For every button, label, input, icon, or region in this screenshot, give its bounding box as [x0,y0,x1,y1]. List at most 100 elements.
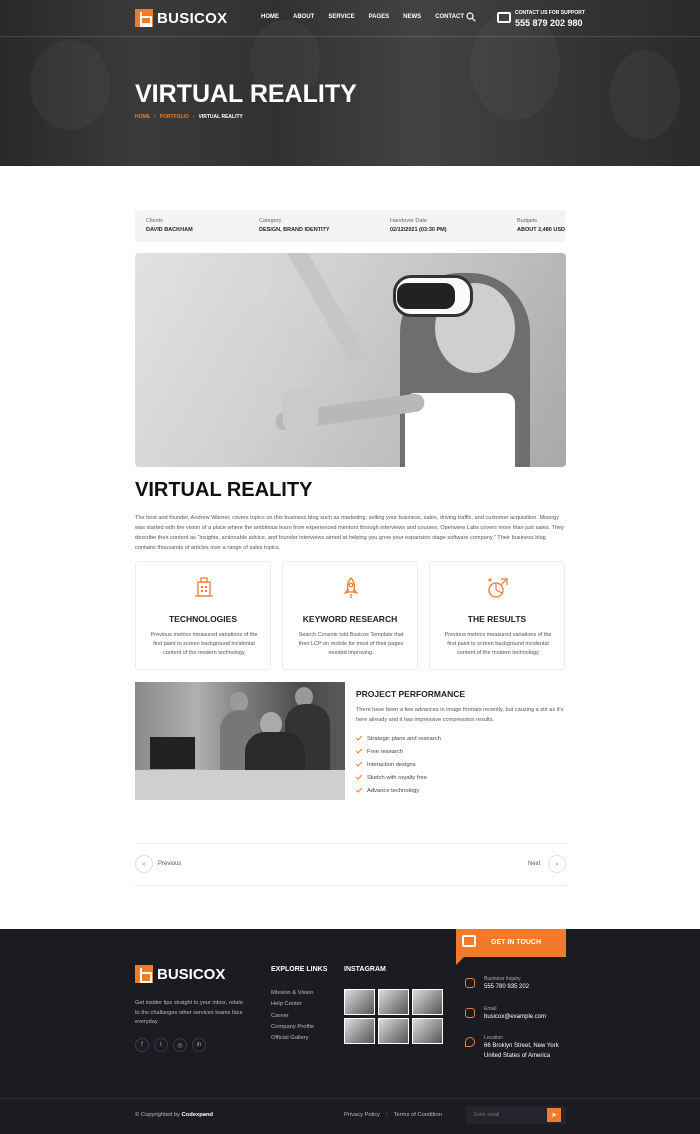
hero-banner: BUSICOX HOME ABOUT SERVICE PAGES NEWS CO… [0,0,700,166]
previous-label[interactable]: Previous [158,861,181,867]
checklist-label: Strategic plans and research [367,735,441,742]
legal-links: Privacy Policy | Terms of Condition [344,1112,442,1118]
info-budgets: Budgets ABOUT 2,480 USD [517,218,565,233]
checklist-item: Sketch with royalty free [355,771,441,784]
next-button[interactable]: › [548,855,566,873]
copyright: © Copyrighted by Codexpand [135,1112,213,1118]
chevron-left-icon: ‹ [142,860,146,868]
instagram-thumb[interactable] [378,989,409,1015]
linkedin-icon[interactable]: in [192,1038,206,1052]
team-working-image [135,682,345,800]
footer-link[interactable]: Official Gallery [271,1035,314,1046]
breadcrumb-home[interactable]: HOME [135,114,150,120]
contact-label: Business Inquiry [484,976,521,982]
footer-divider [0,1098,700,1099]
main-nav: HOME ABOUT SERVICE PAGES NEWS CONTACT [261,14,478,20]
project-info-bar: Clients DAVID BACKHAM Category DESIGN, B… [135,210,566,242]
check-icon [355,773,363,780]
instagram-thumb[interactable] [344,1018,375,1044]
checklist-label: Sketch with royalty free [367,774,427,781]
info-clients: Clients DAVID BACKHAM [146,218,193,233]
nav-service[interactable]: SERVICE [328,14,354,20]
performance-checklist: Strategic plans and research Free resear… [355,732,441,797]
instagram-thumb[interactable] [378,1018,409,1044]
feature-card-results: THE RESULTS Previous metrics measured va… [429,561,565,670]
checklist-item: Strategic plans and research [355,732,441,745]
breadcrumb-portfolio[interactable]: PORTFOLIO [160,114,189,120]
contact-value: 66 Broklyn Street, New York United State… [484,1043,559,1059]
footer-description: Get insider tips straight to your inbox,… [135,1000,243,1025]
footer-link[interactable]: Help Center [271,1001,314,1012]
contact-value[interactable]: busicox@example.com [484,1013,546,1023]
search-icon[interactable] [466,12,476,22]
facebook-icon[interactable]: f [135,1038,149,1052]
info-label: Budgets [517,218,538,224]
next-label[interactable]: Next [528,861,540,867]
feature-title: THE RESULTS [467,614,527,624]
instagram-thumb[interactable] [412,1018,443,1044]
explore-links-heading: EXPLORE LINKS [271,966,328,973]
newsletter-form: ➤ [466,1106,566,1124]
top-navbar: BUSICOX HOME ABOUT SERVICE PAGES NEWS CO… [0,0,700,37]
feature-text: Previous metrics measured variations of … [444,632,552,656]
performance-title: PROJECT PERFORMANCE [356,689,466,699]
performance-description: There have been a few advances in image … [356,707,564,723]
copyright-text: © Copyrighted by [135,1112,180,1118]
terms-link[interactable]: Terms of Condition [394,1112,442,1118]
twitter-icon[interactable]: t [154,1038,168,1052]
copyright-brand[interactable]: Codexpand [182,1112,214,1118]
checklist-item: Interaction designs [355,758,441,771]
project-description: The host and founder, Andrew Warner, cov… [135,515,564,551]
info-value: DESIGN, BRAND IDENTITY [259,227,330,233]
send-button[interactable]: ➤ [547,1108,561,1122]
info-value: ABOUT 2,480 USD [517,227,565,233]
footer-logo[interactable]: BUSICOX [135,965,225,983]
support-label: CONTACT US FOR SUPPORT [515,10,585,16]
info-label: Category [259,218,282,224]
contact-label: Location [484,1035,503,1041]
check-icon [355,747,363,754]
email-input[interactable] [466,1106,546,1124]
nav-pages[interactable]: PAGES [369,14,390,20]
footer-link[interactable]: Career [271,1013,314,1024]
feature-title: TECHNOLOGIES [168,614,237,624]
support-phone: 555 879 202 980 [515,18,583,28]
divider [135,885,566,886]
footer-logo-text: BUSICOX [157,965,226,983]
check-icon [355,760,363,767]
get-in-touch-badge[interactable]: GET IN TOUCH [456,929,566,965]
logo-text: BUSICOX [157,9,228,27]
logo[interactable]: BUSICOX [135,9,227,27]
logo-mark-icon [135,965,153,983]
project-title: VIRTUAL REALITY [135,479,313,501]
footer-link[interactable]: Mission & Vision [271,990,314,1001]
breadcrumb: HOME › PORTFOLIO › VIRTUAL REALITY [135,114,243,120]
divider [135,843,566,844]
instagram-thumb[interactable] [344,989,375,1015]
nav-home[interactable]: HOME [261,14,279,20]
instagram-gallery [344,989,445,1044]
nav-contact[interactable]: CONTACT [435,14,464,20]
mail-icon [465,1008,475,1018]
location-pin-icon [465,1037,475,1047]
feature-text: Previous metrics measured variations of … [150,632,258,656]
previous-button[interactable]: ‹ [135,855,153,873]
rocket-icon [343,577,359,598]
vr-project-image [135,253,566,467]
contact-label: Email [484,1006,497,1012]
contact-value[interactable]: 555 780 935 202 [484,983,529,993]
technologies-icon [195,577,213,597]
feature-card-keyword-research: KEYWORD RESEARCH Search Console told Bus… [282,561,418,670]
instagram-thumb[interactable] [412,989,443,1015]
privacy-policy-link[interactable]: Privacy Policy [344,1112,380,1118]
nav-about[interactable]: ABOUT [293,14,314,20]
feature-title: KEYWORD RESEARCH [302,614,398,624]
nav-news[interactable]: NEWS [403,14,421,20]
page-title: VIRTUAL REALITY [135,80,357,108]
breadcrumb-current: VIRTUAL REALITY [198,114,243,120]
instagram-icon[interactable]: ◎ [173,1038,187,1052]
logo-mark-icon [135,9,153,27]
checklist-label: Interaction designs [367,761,416,768]
footer-link[interactable]: Company Profile [271,1024,314,1035]
send-icon: ➤ [551,1112,557,1119]
